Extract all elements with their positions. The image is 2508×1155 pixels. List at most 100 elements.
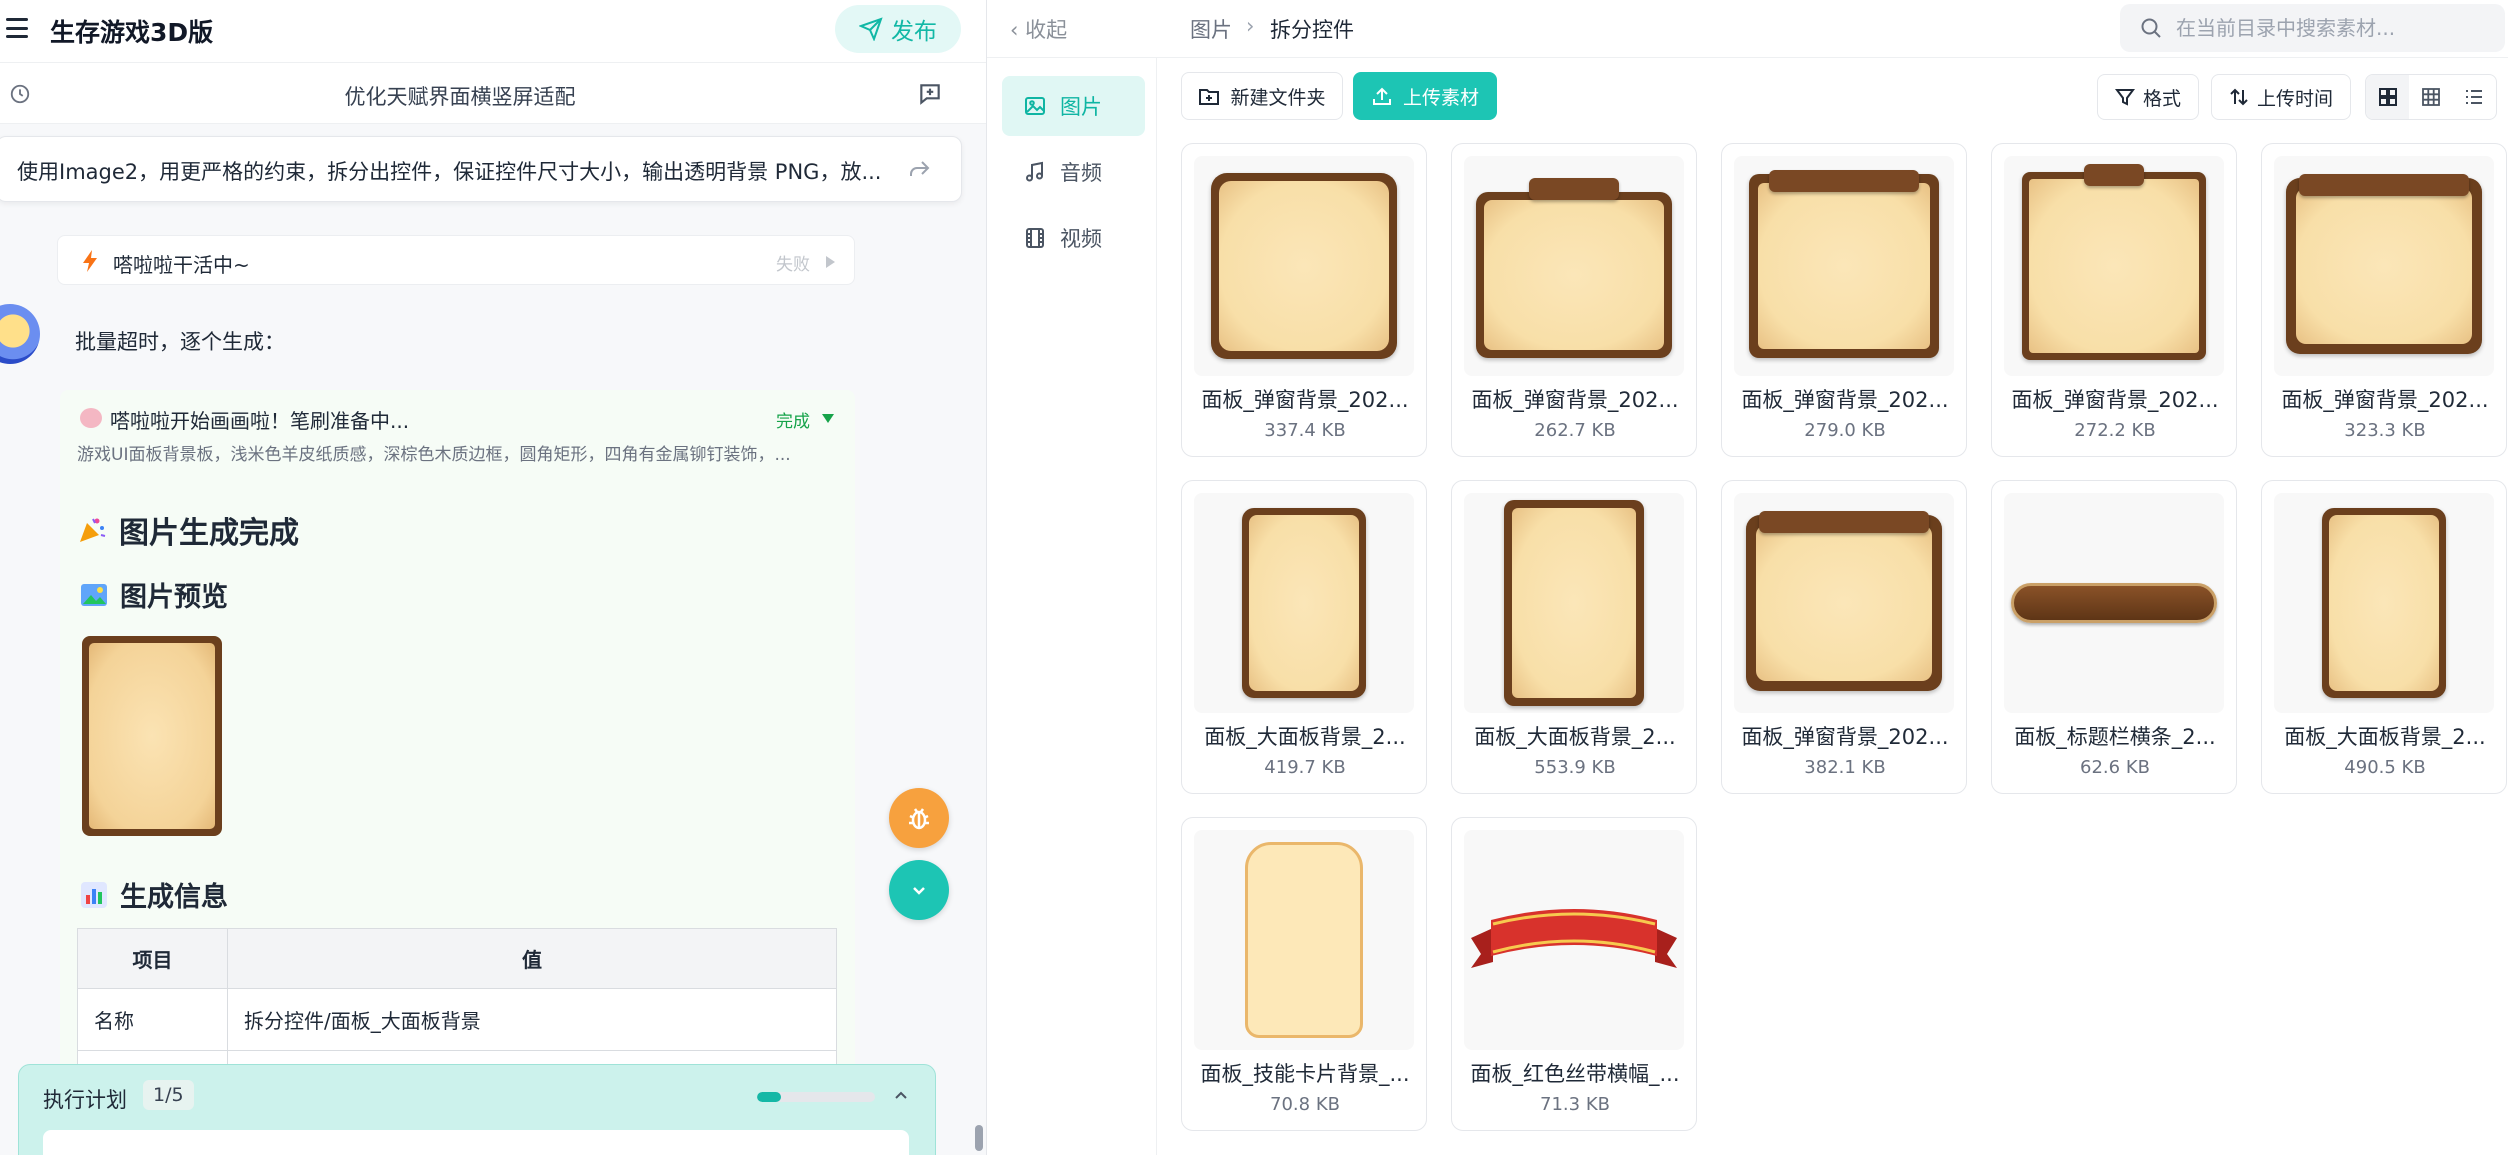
asset-size: 71.3 KB xyxy=(1540,1094,1610,1115)
format-label: 格式 xyxy=(2142,87,2181,110)
bug-icon xyxy=(909,808,929,830)
preview-image[interactable] xyxy=(82,636,222,836)
collapse-arrow-icon[interactable] xyxy=(822,414,834,423)
asset-name: 面板_大面板背景_2... xyxy=(1204,725,1406,749)
upload-icon xyxy=(1372,87,1391,105)
asset-card[interactable]: 面板_弹窗背景_202... 262.7 KB xyxy=(1451,143,1697,457)
task-status-text: 嗒啦啦干活中~ xyxy=(113,253,250,277)
asset-card[interactable]: 面板_标题栏横条_2... 62.6 KB xyxy=(1991,480,2237,794)
scrollbar-thumb[interactable] xyxy=(975,1125,983,1151)
task-status-card[interactable]: 嗒啦啦干活中~ 失败 xyxy=(57,235,855,285)
execution-plan-bar[interactable]: 执行计划 1/5 xyxy=(18,1064,936,1155)
asset-size: 323.3 KB xyxy=(2344,420,2426,441)
user-command-card[interactable]: 使用Image2，用更严格的约束，拆分出控件，保证控件尺寸大小，输出透明背景 P… xyxy=(0,136,962,202)
search-input[interactable] xyxy=(2176,4,2496,52)
list-icon xyxy=(2466,90,2483,104)
bolt-icon xyxy=(83,250,97,272)
asset-size: 419.7 KB xyxy=(1264,757,1346,778)
new-chat-icon[interactable] xyxy=(917,81,943,107)
breadcrumb-images[interactable]: 图片 xyxy=(1190,14,1232,44)
heading-done: 图片生成完成 xyxy=(77,508,299,552)
asset-card[interactable]: 面板_技能卡片背景_... 70.8 KB xyxy=(1181,817,1427,1131)
done-label: 完成 xyxy=(776,412,810,432)
asset-thumbnail[interactable] xyxy=(2004,493,2224,713)
small-grid-view-button[interactable] xyxy=(2409,75,2452,119)
asset-card[interactable]: 面板_大面板背景_2... 419.7 KB xyxy=(1181,480,1427,794)
sort-button[interactable]: 上传时间 xyxy=(2211,74,2351,120)
asset-size: 279.0 KB xyxy=(1804,420,1886,441)
asset-thumbnail[interactable] xyxy=(1194,830,1414,1050)
plan-title: 执行计划 xyxy=(43,1088,127,1112)
collapse-button[interactable]: ‹ 收起 xyxy=(1010,14,1067,44)
skill-card-art xyxy=(1245,842,1363,1038)
chevron-up-icon[interactable] xyxy=(891,1085,911,1105)
bug-report-button[interactable] xyxy=(889,788,949,848)
asset-size: 262.7 KB xyxy=(1534,420,1616,441)
publish-label: 发布 xyxy=(891,19,937,45)
user-command-text: 使用Image2，用更严格的约束，拆分出控件，保证控件尺寸大小，输出透明背景 P… xyxy=(17,160,882,184)
asset-size: 490.5 KB xyxy=(2344,757,2426,778)
large-grid-view-button[interactable] xyxy=(2366,75,2410,119)
list-view-button[interactable] xyxy=(2453,75,2496,119)
asset-thumbnail[interactable] xyxy=(2004,156,2224,376)
table-row: 名称 拆分控件/面板_大面板背景 xyxy=(77,988,837,1051)
asset-thumbnail[interactable] xyxy=(1464,493,1684,713)
asset-card[interactable]: 面板_弹窗背景_202... 279.0 KB xyxy=(1721,143,1967,457)
scroll-down-button[interactable] xyxy=(889,860,949,920)
asset-name: 面板_弹窗背景_202... xyxy=(1201,388,1409,412)
assistant-avatar xyxy=(0,304,40,364)
asset-thumbnail[interactable] xyxy=(2274,156,2494,376)
table-header-row: 项目 值 xyxy=(77,928,837,989)
panel-header-art xyxy=(1476,174,1672,358)
asset-thumbnail[interactable] xyxy=(1464,830,1684,1050)
asset-thumbnail[interactable] xyxy=(1734,156,1954,376)
publish-button[interactable]: 发布 xyxy=(835,5,961,53)
asset-toolbar: 新建文件夹 上传素材 格式 上传时间 xyxy=(1157,58,2508,138)
asset-grid: 面板_弹窗背景_202... 337.4 KB 面板_弹窗背景_202... 262.… xyxy=(1181,143,2508,1155)
asset-header: ‹ 收起 图片 › 拆分控件 xyxy=(987,0,2508,58)
asset-size: 70.8 KB xyxy=(1270,1094,1340,1115)
asset-card[interactable]: 面板_大面板背景_2... 490.5 KB xyxy=(2261,480,2507,794)
heading-done-text: 图片生成完成 xyxy=(119,516,299,551)
asset-thumbnail[interactable] xyxy=(1194,156,1414,376)
media-type-nav: 图片 音频 视频 xyxy=(987,58,1157,1155)
asset-name: 面板_技能卡片背景_... xyxy=(1200,1062,1410,1086)
asset-thumbnail[interactable] xyxy=(1194,493,1414,713)
conversation-bar: 优化天赋界面横竖屏适配 xyxy=(0,62,986,124)
menu-icon[interactable] xyxy=(4,15,30,41)
grid-small-icon xyxy=(2422,88,2440,106)
nav-item-images[interactable]: 图片 xyxy=(1002,76,1145,136)
nav-item-video[interactable]: 视频 xyxy=(1002,208,1145,268)
asset-card[interactable]: 面板_弹窗背景_202... 382.1 KB xyxy=(1721,480,1967,794)
asset-size: 62.6 KB xyxy=(2080,757,2150,778)
asset-card[interactable]: 面板_大面板背景_2... 553.9 KB xyxy=(1451,480,1697,794)
heading-info-text: 生成信息 xyxy=(120,882,228,913)
asset-thumbnail[interactable] xyxy=(2274,493,2494,713)
share-icon[interactable] xyxy=(907,157,931,181)
panel-square-art xyxy=(1211,173,1397,359)
panel-tall-art xyxy=(1242,508,1366,698)
nav-item-label: 视频 xyxy=(1060,227,1102,251)
asset-card[interactable]: 面板_红色丝带横幅_... 71.3 KB xyxy=(1451,817,1697,1131)
asset-name: 面板_弹窗背景_202... xyxy=(1471,388,1679,412)
nav-item-audio[interactable]: 音频 xyxy=(1002,142,1145,202)
format-filter-button[interactable]: 格式 xyxy=(2097,74,2199,120)
asset-card[interactable]: 面板_弹窗背景_202... 323.3 KB xyxy=(2261,143,2507,457)
asset-thumbnail[interactable] xyxy=(1734,493,1954,713)
assistant-message: 批量超时，逐个生成： xyxy=(75,330,285,354)
asset-name: 面板_弹窗背景_202... xyxy=(1741,725,1949,749)
asset-card[interactable]: 面板_弹窗背景_202... 337.4 KB xyxy=(1181,143,1427,457)
search-box[interactable] xyxy=(2120,4,2505,52)
plan-step-item xyxy=(43,1130,909,1155)
upload-button[interactable]: 上传素材 xyxy=(1353,72,1497,120)
breadcrumb-current: 拆分控件 xyxy=(1270,18,1354,42)
asset-card[interactable]: 面板_弹窗背景_202... 272.2 KB xyxy=(1991,143,2237,457)
new-folder-button[interactable]: 新建文件夹 xyxy=(1181,72,1343,120)
expand-arrow-icon[interactable] xyxy=(826,256,835,268)
asset-thumbnail[interactable] xyxy=(1464,156,1684,376)
asset-size: 553.9 KB xyxy=(1534,757,1616,778)
asset-size: 382.1 KB xyxy=(1804,757,1886,778)
send-icon xyxy=(859,17,883,41)
heading-info: 生成信息 xyxy=(80,875,228,914)
asset-name: 面板_标题栏横条_2... xyxy=(2014,725,2216,749)
